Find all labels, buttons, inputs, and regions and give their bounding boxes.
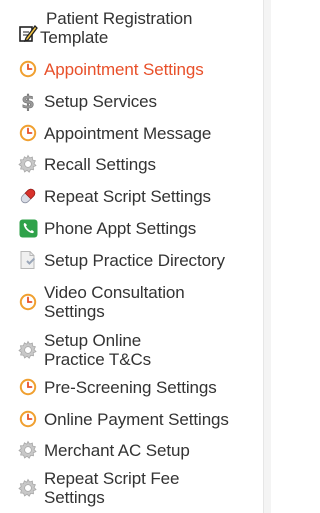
gear-icon <box>18 440 38 460</box>
menu-item-setup-services[interactable]: $ Setup Services <box>18 91 157 111</box>
menu-item-repeat-script-settings[interactable]: Repeat Script Settings <box>18 186 211 206</box>
gear-icon <box>18 154 38 174</box>
menu-item-label: Recall Settings <box>44 154 156 174</box>
clock-icon <box>18 292 38 312</box>
directory-icon <box>18 250 38 270</box>
menu-item-setup-practice-directory[interactable]: Setup Practice Directory <box>18 250 225 270</box>
edit-icon <box>18 23 38 43</box>
menu-item-recall-settings[interactable]: Recall Settings <box>18 154 156 174</box>
menu-item-label-line1: Video Consultation <box>44 283 185 302</box>
menu-item-pre-screening-settings[interactable]: Pre-Screening Settings <box>18 377 217 397</box>
menu-item-label-line1: Patient Registration <box>46 9 193 28</box>
menu-item-label-line1: Setup Online <box>44 331 142 350</box>
dollar-icon: $ <box>18 91 38 111</box>
clock-icon <box>18 409 38 429</box>
gear-icon <box>18 340 38 360</box>
menu-item-label: Setup Services <box>44 91 157 111</box>
menu-item-merchant-ac-setup[interactable]: Merchant AC Setup <box>18 440 190 460</box>
menu-item-setup-online-practice-tcs[interactable]: Setup Online Practice T&Cs <box>18 331 151 369</box>
clock-icon <box>18 59 38 79</box>
menu-item-patient-registration-template[interactable]: Patient Registration Template <box>18 9 192 47</box>
clock-icon <box>18 377 38 397</box>
menu-item-label: Online Payment Settings <box>44 409 229 429</box>
phone-icon <box>18 218 38 238</box>
menu-item-label-line2: Settings <box>44 302 105 321</box>
menu-item-label: Repeat Script Settings <box>44 186 211 206</box>
menu-item-label-line2: Practice T&Cs <box>44 350 152 369</box>
menu-item-label-line1: Repeat Script Fee <box>44 469 180 488</box>
menu-item-label-line2: Settings <box>44 488 105 507</box>
menu-item-video-consultation-settings[interactable]: Video Consultation Settings <box>18 283 185 321</box>
pill-icon <box>18 186 38 206</box>
menu-item-label: Pre-Screening Settings <box>44 377 217 397</box>
menu-item-appointment-settings[interactable]: Appointment Settings <box>18 59 204 79</box>
menu-item-label: Phone Appt Settings <box>44 218 197 238</box>
menu-item-label: Appointment Message <box>44 123 212 143</box>
gear-icon <box>18 478 38 498</box>
menu-item-label: Setup Practice Directory <box>44 250 225 270</box>
menu-item-label: Merchant AC Setup <box>44 440 190 460</box>
menu-item-repeat-script-fee-settings[interactable]: Repeat Script Fee Settings <box>18 469 179 507</box>
menu-item-phone-appt-settings[interactable]: Phone Appt Settings <box>18 218 196 238</box>
scrollbar-track[interactable] <box>263 0 271 513</box>
menu-item-label-line2: Template <box>40 28 109 47</box>
svg-text:$: $ <box>21 91 34 111</box>
menu-item-label: Appointment Settings <box>44 59 204 79</box>
clock-icon <box>18 123 38 143</box>
menu-item-appointment-message[interactable]: Appointment Message <box>18 123 211 143</box>
menu-item-online-payment-settings[interactable]: Online Payment Settings <box>18 409 229 429</box>
